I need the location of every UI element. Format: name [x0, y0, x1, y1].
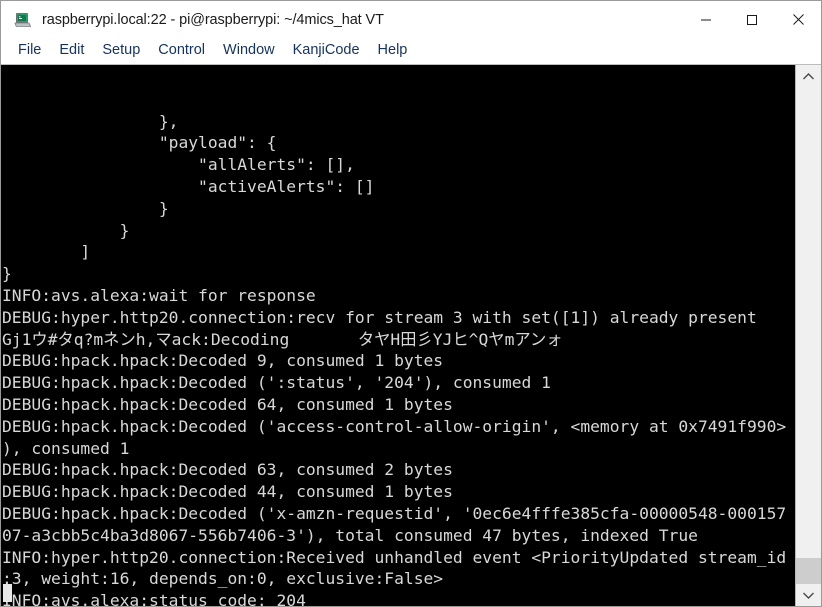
vertical-scrollbar[interactable] — [795, 65, 821, 606]
terminal-laptop-icon — [14, 11, 32, 29]
terminal-line: DEBUG:hpack.hpack:Decoded 63, consumed 2… — [2, 460, 453, 480]
terminal-window: raspberrypi.local:22 - pi@raspberrypi: ~… — [0, 0, 822, 607]
window-controls — [683, 1, 821, 38]
menu-item-window[interactable]: Window — [214, 41, 284, 60]
maximize-button[interactable] — [729, 1, 775, 38]
scrollbar-thumb[interactable] — [796, 558, 821, 584]
terminal-line: DEBUG:hpack.hpack:Decoded ('x-amzn-reque… — [2, 503, 787, 523]
terminal-line: 07-a3cbb5c4ba3d8067-556b7406-3'), total … — [2, 525, 698, 545]
close-icon — [792, 14, 804, 25]
title-bar[interactable]: raspberrypi.local:22 - pi@raspberrypi: ~… — [1, 1, 821, 38]
terminal-line: ] — [2, 242, 91, 262]
text-cursor — [3, 584, 12, 602]
terminal-line: INFO:hyper.http20.connection:Received un… — [2, 547, 787, 567]
minimize-icon — [701, 19, 711, 20]
terminal-line: DEBUG:hpack.hpack:Decoded 9, consumed 1 … — [2, 351, 444, 371]
terminal-line: } — [2, 264, 12, 284]
terminal-line: "allAlerts": [], — [2, 155, 355, 175]
terminal-line: DEBUG:hpack.hpack:Decoded ('access-contr… — [2, 416, 787, 436]
terminal-line: "payload": { — [2, 133, 277, 153]
menu-item-setup[interactable]: Setup — [93, 41, 149, 60]
menu-item-help[interactable]: Help — [369, 41, 417, 60]
chevron-down-icon — [803, 592, 814, 599]
terminal-line: DEBUG:hpack.hpack:Decoded 44, consumed 1… — [2, 482, 453, 502]
close-button[interactable] — [775, 1, 821, 38]
terminal-line: DEBUG:hpack.hpack:Decoded 64, consumed 1… — [2, 394, 453, 414]
scrollbar-track[interactable] — [796, 87, 821, 584]
menu-item-kanjicode[interactable]: KanjiCode — [284, 41, 369, 60]
menu-item-edit[interactable]: Edit — [50, 41, 93, 60]
minimize-button[interactable] — [683, 1, 729, 38]
terminal-line: DEBUG:hyper.http20.connection:recv for s… — [2, 307, 757, 327]
terminal-line: }, — [2, 111, 179, 131]
chevron-up-icon — [803, 72, 814, 79]
terminal-line: } — [2, 220, 130, 240]
terminal-line: ), consumed 1 — [2, 438, 130, 458]
terminal-area: }, "payload": { "allAlerts": [], "active… — [1, 64, 821, 606]
window-title: raspberrypi.local:22 - pi@raspberrypi: ~… — [42, 11, 384, 28]
terminal-line: :3, weight:16, depends_on:0, exclusive:F… — [2, 569, 444, 589]
scroll-up-button[interactable] — [796, 65, 821, 87]
terminal-line: "activeAlerts": [] — [2, 176, 375, 196]
terminal-line: INFO:avs.alexa:wait for response — [2, 285, 316, 305]
terminal-line: DEBUG:hpack.hpack:Decoded (':status', '2… — [2, 373, 551, 393]
terminal-screen[interactable]: }, "payload": { "allAlerts": [], "active… — [1, 65, 795, 606]
menu-item-file[interactable]: File — [9, 41, 50, 60]
maximize-icon — [747, 14, 757, 25]
terminal-output: }, "payload": { "allAlerts": [], "active… — [2, 111, 795, 606]
terminal-line: } — [2, 198, 169, 218]
scroll-down-button[interactable] — [796, 584, 821, 606]
menu-bar: File Edit Setup Control Window KanjiCode… — [1, 38, 821, 64]
menu-item-control[interactable]: Control — [149, 41, 214, 60]
terminal-line: Gj1ウ#タq?mネンh,マack:Decoding タヤH田彡YJヒ^Qヤmア… — [2, 329, 563, 349]
terminal-line: INFO:avs.alexa:status code: 204 — [2, 591, 306, 606]
